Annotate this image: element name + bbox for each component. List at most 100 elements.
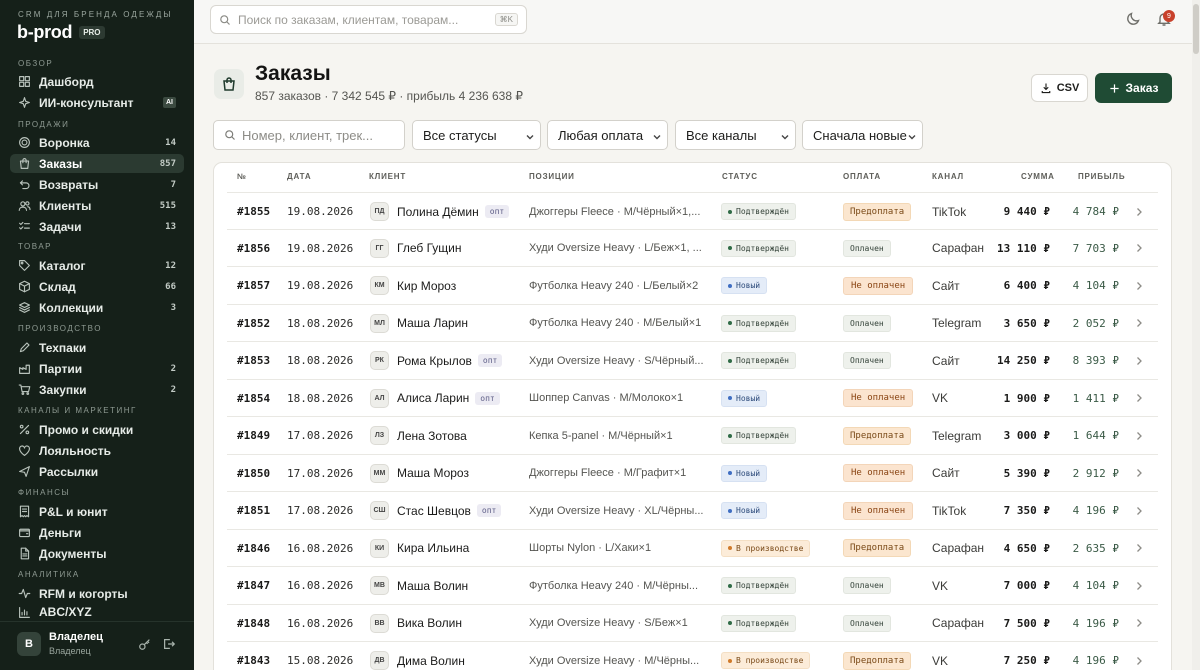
client-cell[interactable]: ГГ Глеб Гущин	[370, 230, 525, 267]
chevron-right-icon[interactable]	[1134, 342, 1148, 379]
orders-search-input[interactable]: Номер, клиент, трек...	[213, 120, 405, 150]
table-row[interactable]: #1847 16.08.2026 МВ Маша Волин Футболка Heav…	[227, 567, 1158, 605]
payment-filter-select[interactable]: Любая оплата	[547, 120, 668, 150]
bell-icon[interactable]: 9	[1156, 10, 1175, 27]
sidebar-item[interactable]: Рассылки	[10, 462, 184, 481]
column-header[interactable]: ПОЗИЦИИ	[529, 172, 575, 181]
sidebar-item[interactable]: Промо и скидки	[10, 420, 184, 439]
sort-select[interactable]: Сначала новые	[802, 120, 923, 150]
chevron-right-icon[interactable]	[1134, 492, 1148, 529]
sidebar-item[interactable]: P&L и юнит	[10, 502, 184, 521]
chevron-right-icon[interactable]	[1134, 267, 1148, 304]
chevron-right-icon[interactable]	[1134, 642, 1148, 670]
chevron-right-icon[interactable]	[1134, 605, 1148, 642]
sidebar-item[interactable]: RFM и когорты	[10, 584, 184, 603]
sidebar-item[interactable]: Задачи 13	[10, 217, 184, 236]
sidebar-item[interactable]: Документы	[10, 544, 184, 563]
column-header[interactable]: ПРИБЫЛЬ	[1078, 172, 1125, 181]
table-row[interactable]: #1849 17.08.2026 ЛЗ Лена Зотова Кепка 5-pane…	[227, 417, 1158, 455]
order-number[interactable]: #1847	[237, 567, 270, 604]
client-cell[interactable]: ВВ Вика Волин	[370, 605, 525, 642]
theme-toggle-icon[interactable]	[1125, 11, 1141, 27]
sidebar-item[interactable]: Заказы 857	[10, 154, 184, 173]
order-number[interactable]: #1854	[237, 380, 270, 417]
sidebar-item[interactable]: Каталог 12	[10, 256, 184, 275]
table-row[interactable]: #1853 18.08.2026 РК Рома Крылов опт Худи Over…	[227, 342, 1158, 380]
order-number[interactable]: #1853	[237, 342, 270, 379]
chevron-right-icon[interactable]	[1134, 455, 1148, 492]
status-filter-select[interactable]: Все статусы	[412, 120, 541, 150]
order-number[interactable]: #1843	[237, 642, 270, 670]
column-header[interactable]: №	[237, 172, 247, 181]
payment-badge: Предоплата	[843, 539, 912, 557]
order-number[interactable]: #1856	[237, 230, 270, 267]
client-cell[interactable]: ПД Полина Дёмин опт	[370, 193, 525, 230]
chevron-right-icon[interactable]	[1134, 530, 1148, 567]
order-number[interactable]: #1857	[237, 267, 270, 304]
order-number[interactable]: #1849	[237, 417, 270, 454]
export-csv-button[interactable]: CSV	[1031, 74, 1088, 102]
table-row[interactable]: #1843 15.08.2026 ДВ Дима Волин Худи Oversize…	[227, 642, 1158, 670]
order-number[interactable]: #1848	[237, 605, 270, 642]
client-cell[interactable]: КМ Кир Мороз	[370, 267, 525, 304]
logout-icon[interactable]	[162, 637, 176, 651]
table-row[interactable]: #1852 18.08.2026 МЛ Маша Ларин Футболка Heav…	[227, 305, 1158, 342]
sidebar-item[interactable]: Воронка 14	[10, 133, 184, 152]
sidebar-item[interactable]: Склад 66	[10, 277, 184, 296]
channel-filter-select[interactable]: Все каналы	[675, 120, 796, 150]
column-header[interactable]: ДАТА	[287, 172, 311, 181]
client-cell[interactable]: ДВ Дима Волин	[370, 642, 525, 670]
client-cell[interactable]: КИ Кира Ильина	[370, 530, 525, 567]
column-header[interactable]: ОПЛАТА	[843, 172, 881, 181]
column-header[interactable]: КЛИЕНТ	[369, 172, 406, 181]
table-row[interactable]: #1846 16.08.2026 КИ Кира Ильина Шорты Nylon …	[227, 530, 1158, 567]
column-header[interactable]: СТАТУС	[722, 172, 758, 181]
table-row[interactable]: #1857 19.08.2026 КМ Кир Мороз Футболка Heavy…	[227, 267, 1158, 305]
column-header[interactable]: КАНАЛ	[932, 172, 964, 181]
order-number[interactable]: #1851	[237, 492, 270, 529]
table-row[interactable]: #1848 16.08.2026 ВВ Вика Волин Худи Oversize…	[227, 605, 1158, 642]
client-cell[interactable]: ММ Маша Мороз	[370, 455, 525, 492]
sidebar-item[interactable]: Дашборд	[10, 72, 184, 91]
client-cell[interactable]: РК Рома Крылов опт	[370, 342, 525, 379]
table-row[interactable]: #1855 19.08.2026 ПД Полина Дёмин опт Джоггеры…	[227, 192, 1158, 230]
column-header[interactable]: СУММА	[1021, 172, 1055, 181]
client-cell[interactable]: МВ Маша Волин	[370, 567, 525, 604]
scroll-thumb[interactable]	[1193, 4, 1199, 54]
chevron-right-icon[interactable]	[1134, 567, 1148, 604]
client-cell[interactable]: АЛ Алиса Ларин опт	[370, 380, 525, 417]
sidebar-item[interactable]: ABC/XYZ	[10, 605, 184, 619]
add-order-button[interactable]: Заказ	[1095, 73, 1172, 103]
page-scrollbar[interactable]	[1192, 0, 1200, 670]
sidebar-item[interactable]: Партии 2	[10, 359, 184, 378]
sidebar-item[interactable]: Возвраты 7	[10, 175, 184, 194]
chevron-right-icon[interactable]	[1134, 380, 1148, 417]
client-cell[interactable]: МЛ Маша Ларин	[370, 305, 525, 342]
order-number[interactable]: #1850	[237, 455, 270, 492]
sidebar-item[interactable]: Закупки 2	[10, 380, 184, 399]
chevron-right-icon[interactable]	[1134, 230, 1148, 267]
sidebar-item[interactable]: Лояльность	[10, 441, 184, 460]
table-row[interactable]: #1851 17.08.2026 СШ Стас Шевцов опт Худи Over…	[227, 492, 1158, 530]
table-row[interactable]: #1850 17.08.2026 ММ Маша Мороз Джоггеры Flee…	[227, 455, 1158, 492]
sidebar-item[interactable]: Коллекции 3	[10, 298, 184, 317]
client-cell[interactable]: ЛЗ Лена Зотова	[370, 417, 525, 454]
sidebar-item[interactable]: Деньги	[10, 523, 184, 542]
table-row[interactable]: #1856 19.08.2026 ГГ Глеб Гущин Худи Oversize…	[227, 230, 1158, 267]
sidebar-item[interactable]: Техпаки	[10, 338, 184, 357]
avatar[interactable]: В	[17, 632, 41, 656]
order-number[interactable]: #1846	[237, 530, 270, 567]
brand[interactable]: b-prod PRO	[17, 22, 105, 43]
chevron-right-icon[interactable]	[1134, 193, 1148, 230]
sidebar-item[interactable]: ИИ-консультант AI	[10, 93, 184, 112]
sidebar-item[interactable]: Клиенты 515	[10, 196, 184, 215]
order-number[interactable]: #1852	[237, 305, 270, 342]
order-number[interactable]: #1855	[237, 193, 270, 230]
chevron-right-icon[interactable]	[1134, 417, 1148, 454]
table-row[interactable]: #1854 18.08.2026 АЛ Алиса Ларин опт Шоппер Ca…	[227, 380, 1158, 417]
chevron-right-icon[interactable]	[1134, 305, 1148, 342]
key-icon[interactable]	[138, 637, 152, 651]
client-cell[interactable]: СШ Стас Шевцов опт	[370, 492, 525, 529]
global-search[interactable]: Поиск по заказам, клиентам, товарам... ⌘…	[210, 5, 527, 34]
client-avatar: АЛ	[370, 388, 389, 408]
